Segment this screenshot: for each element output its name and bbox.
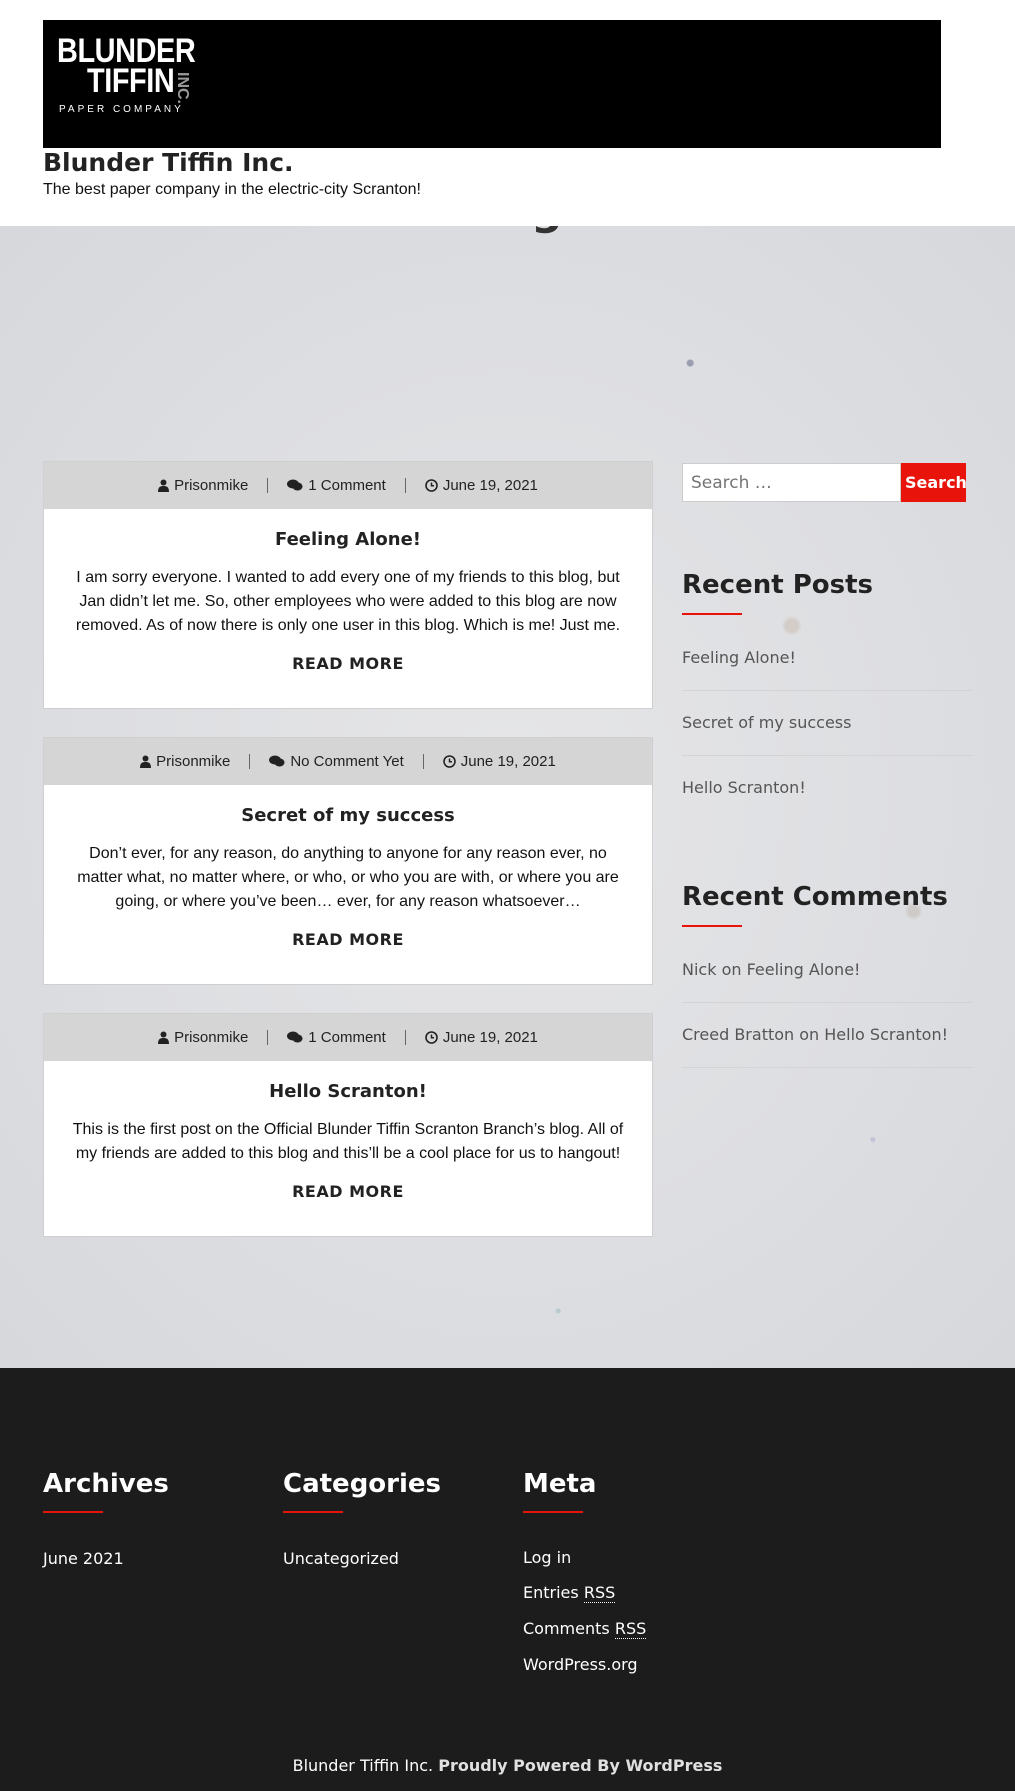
post-comments[interactable]: No Comment Yet: [250, 753, 422, 770]
post-date-text: June 19, 2021: [460, 753, 556, 770]
site-title[interactable]: Blunder Tiffin Inc.: [43, 148, 294, 177]
recent-comments-list: Nick on Feeling Alone! Creed Bratton on …: [682, 938, 972, 1068]
recent-comment-link[interactable]: Creed Bratton on Hello Scranton!: [682, 1003, 972, 1068]
clock-icon: [425, 1031, 438, 1044]
recent-posts-title: Recent Posts: [682, 570, 873, 600]
footer-site-name[interactable]: Blunder Tiffin Inc.: [293, 1756, 434, 1775]
post-excerpt: This is the first post on the Official B…: [72, 1121, 624, 1162]
recent-post-link[interactable]: Secret of my success: [682, 691, 972, 756]
post-author-name: Prisonmike: [156, 753, 231, 770]
clock-icon: [425, 479, 438, 492]
post-date-text: June 19, 2021: [442, 1029, 538, 1046]
comments-rss-link[interactable]: Comments RSS: [523, 1619, 647, 1639]
entries-label: Entries: [523, 1583, 579, 1602]
recent-post-link[interactable]: Feeling Alone!: [682, 626, 972, 691]
post-author[interactable]: Prisonmike: [121, 753, 249, 770]
post-body: Feeling Alone! I am sorry everyone. I wa…: [44, 509, 652, 673]
recent-comment-link[interactable]: Nick on Feeling Alone!: [682, 938, 972, 1003]
site-header: BLUNDER TIFFIN INC. PAPER COMPANY Blunde…: [0, 0, 1015, 226]
post-author-name: Prisonmike: [174, 1029, 249, 1046]
read-more-link[interactable]: READ MORE: [292, 930, 404, 949]
meta-title: Meta: [523, 1469, 597, 1499]
recent-comments-title: Recent Comments: [682, 882, 948, 912]
post-card: Prisonmike No Comment Yet June 19, 2021 …: [43, 737, 653, 985]
title-underline: [523, 1511, 583, 1513]
post-meta: Prisonmike 1 Comment June 19, 2021: [44, 462, 652, 509]
post-body: Secret of my success Don’t ever, for any…: [44, 785, 652, 949]
title-underline: [682, 613, 742, 615]
post-meta: Prisonmike 1 Comment June 19, 2021: [44, 1014, 652, 1061]
site-logo[interactable]: BLUNDER TIFFIN INC. PAPER COMPANY: [57, 34, 207, 124]
wordpress-org-link[interactable]: WordPress.org: [523, 1655, 638, 1674]
category-link-uncategorized[interactable]: Uncategorized: [283, 1549, 399, 1568]
comments-icon: [287, 479, 303, 492]
user-icon: [140, 755, 152, 768]
post-comments[interactable]: 1 Comment: [268, 1029, 405, 1046]
logo-tagline: PAPER COMPANY: [59, 104, 184, 115]
categories-title: Categories: [283, 1469, 442, 1499]
archive-link-june-2021[interactable]: June 2021: [43, 1549, 124, 1568]
post-card: Prisonmike 1 Comment June 19, 2021 Feeli…: [43, 461, 653, 709]
post-author[interactable]: Prisonmike: [139, 1029, 267, 1046]
post-excerpt: I am sorry everyone. I wanted to add eve…: [75, 569, 621, 634]
post-comments-count: 1 Comment: [308, 477, 386, 494]
recent-posts-list: Feeling Alone! Secret of my success Hell…: [682, 626, 972, 820]
title-underline: [682, 925, 742, 927]
logo-text-inc: INC.: [174, 72, 191, 104]
post-comments-count: 1 Comment: [308, 1029, 386, 1046]
comments-icon: [269, 755, 285, 768]
post-author-name: Prisonmike: [174, 477, 249, 494]
powered-by-link[interactable]: Proudly Powered By WordPress: [438, 1756, 722, 1775]
entries-rss-link[interactable]: Entries RSS: [523, 1583, 616, 1603]
post-title[interactable]: Hello Scranton!: [70, 1081, 626, 1102]
post-author[interactable]: Prisonmike: [139, 477, 267, 494]
read-more-link[interactable]: READ MORE: [292, 1182, 404, 1201]
comments-icon: [287, 1031, 303, 1044]
post-comments-count: No Comment Yet: [290, 753, 404, 770]
post-title[interactable]: Secret of my success: [70, 805, 626, 826]
rss-abbr: RSS: [583, 1583, 616, 1603]
clock-icon: [442, 755, 456, 768]
post-card: Prisonmike 1 Comment June 19, 2021 Hello…: [43, 1013, 653, 1237]
post-date[interactable]: June 19, 2021: [406, 477, 557, 494]
post-comments[interactable]: 1 Comment: [268, 477, 405, 494]
login-link[interactable]: Log in: [523, 1548, 571, 1567]
header-logo-banner: BLUNDER TIFFIN INC. PAPER COMPANY: [43, 20, 941, 148]
post-body: Hello Scranton! This is the first post o…: [44, 1061, 652, 1201]
rss-abbr: RSS: [614, 1619, 647, 1639]
logo-text-tiffin: TIFFIN: [87, 62, 175, 100]
user-icon: [158, 1031, 170, 1044]
recent-post-link[interactable]: Hello Scranton!: [682, 756, 972, 820]
post-date-text: June 19, 2021: [442, 477, 538, 494]
post-date[interactable]: June 19, 2021: [406, 1029, 557, 1046]
post-date[interactable]: June 19, 2021: [424, 753, 575, 770]
title-underline: [283, 1511, 343, 1513]
search-input[interactable]: [682, 463, 901, 502]
site-footer: Archives June 2021 Categories Uncategori…: [0, 1368, 1015, 1791]
title-underline: [43, 1511, 103, 1513]
read-more-link[interactable]: READ MORE: [292, 654, 404, 673]
search-button[interactable]: Search: [901, 463, 966, 502]
comments-label: Comments: [523, 1619, 610, 1638]
search-form: Search: [682, 463, 966, 502]
post-meta: Prisonmike No Comment Yet June 19, 2021: [44, 738, 652, 785]
site-description: The best paper company in the electric-c…: [43, 181, 421, 198]
post-title[interactable]: Feeling Alone!: [70, 529, 626, 550]
footer-credits: Blunder Tiffin Inc. Proudly Powered By W…: [0, 1756, 1015, 1775]
archives-title: Archives: [43, 1469, 169, 1499]
post-excerpt: Don’t ever, for any reason, do anything …: [77, 845, 619, 910]
user-icon: [158, 479, 170, 492]
